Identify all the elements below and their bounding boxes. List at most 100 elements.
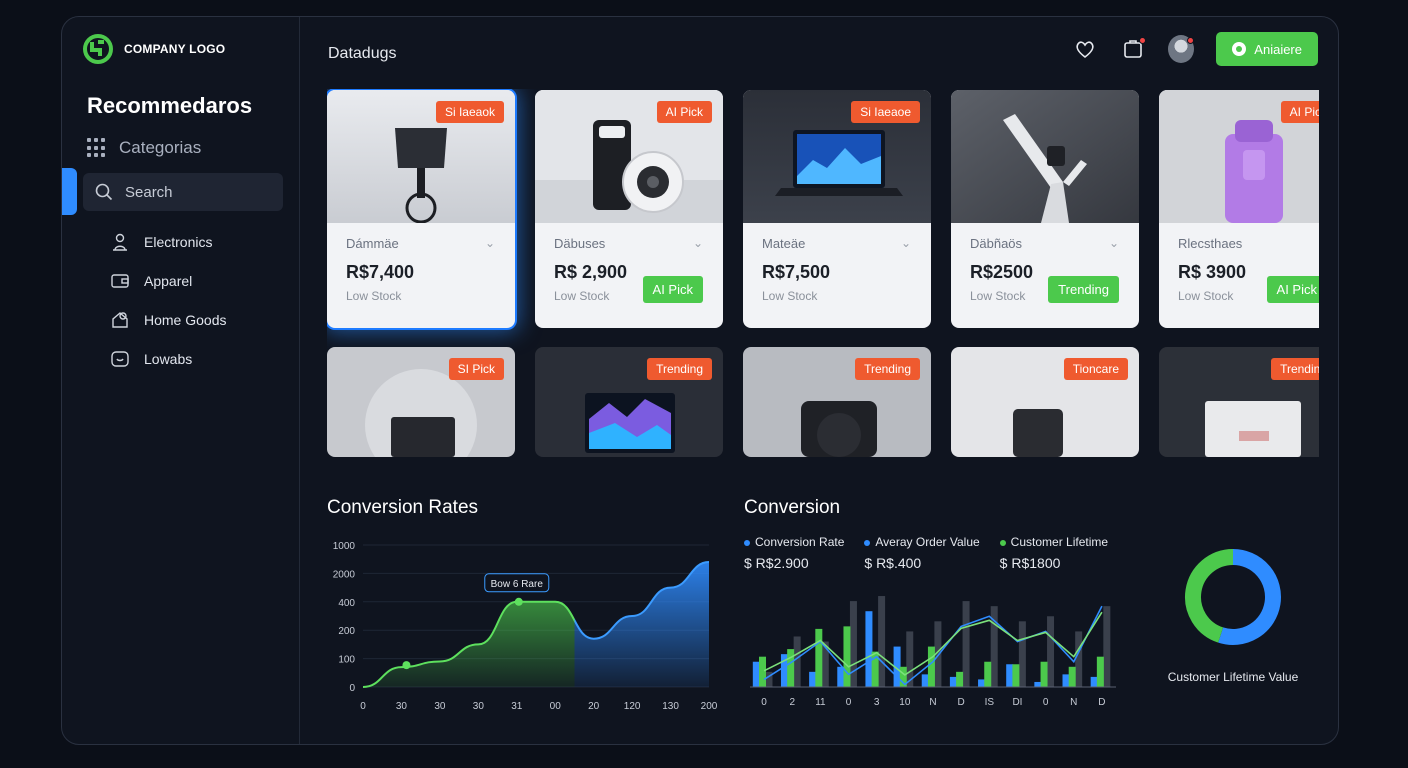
active-indicator xyxy=(62,168,77,215)
x-tick-label: 0 xyxy=(1043,697,1049,708)
product-price: R$7,400 xyxy=(346,262,415,282)
data-point xyxy=(402,661,411,670)
notification-dot xyxy=(1139,37,1147,44)
legend-item[interactable]: Averay Order Value $ R$.400 xyxy=(864,535,980,571)
product-price: R$ 2,900 xyxy=(554,262,628,282)
legend-value: $ R$.400 xyxy=(864,555,922,571)
action-icon xyxy=(1232,42,1247,56)
bar xyxy=(1062,674,1070,687)
bar xyxy=(1018,621,1026,687)
x-tick-label: 0 xyxy=(360,701,366,712)
bar xyxy=(1075,631,1083,687)
bar xyxy=(1096,656,1104,687)
bar xyxy=(1068,666,1076,687)
sidebar-nav: Electronics Apparel Home Goods Lowabs xyxy=(110,222,226,378)
grid-icon xyxy=(87,138,107,158)
chevron-down-icon[interactable]: ⌄ xyxy=(1109,236,1119,250)
sidebar-item-apparel[interactable]: Apparel xyxy=(110,261,226,300)
y-tick-label: 2000 xyxy=(333,569,356,580)
sidebar-item-label: Apparel xyxy=(144,272,193,289)
x-tick-label: 130 xyxy=(662,701,679,712)
x-tick-label: 3 xyxy=(874,697,880,708)
sidebar-item-label: Home Goods xyxy=(144,311,227,328)
primary-action-button[interactable]: Aniaiere xyxy=(1216,32,1318,66)
legend-item[interactable]: Conversion Rate $ R$2.900 xyxy=(744,535,844,571)
chevron-down-icon[interactable]: ⌄ xyxy=(693,236,703,250)
bar xyxy=(878,596,886,687)
sidebar-item-home-goods[interactable]: Home Goods xyxy=(110,300,226,339)
bar xyxy=(815,628,823,687)
y-tick-label: 200 xyxy=(338,626,355,637)
notifications-button[interactable] xyxy=(1120,36,1147,62)
sidebar-item-electronics[interactable]: Electronics xyxy=(110,222,226,261)
product-name: Rlecsthaes xyxy=(1178,236,1243,251)
sidebar-title: Recommedaros xyxy=(87,93,253,118)
favorites-button[interactable] xyxy=(1072,36,1098,62)
sidebar-categories[interactable]: Categorias xyxy=(87,138,201,158)
conversion-rates-chart: Conversion Rates 0 100 200 400 2000 1000 Bow 6… xyxy=(327,497,717,727)
product-badge: SI Pick xyxy=(448,358,504,380)
product-name: Dámmäe xyxy=(346,236,399,251)
legend-label: Averay Order Value xyxy=(875,535,980,549)
legend-bullet xyxy=(744,539,750,546)
chevron-down-icon[interactable]: ⌄ xyxy=(901,236,911,250)
bar xyxy=(1006,664,1014,687)
product-card[interactable]: SI Pick xyxy=(327,347,515,457)
stock-status: Low Stock xyxy=(762,289,818,303)
product-card[interactable]: Trending xyxy=(535,347,723,457)
bar xyxy=(949,676,957,687)
product-card[interactable]: Si Iaeaok Dámmäe ⌄ R$7,400 Low Stock xyxy=(327,90,515,328)
bar xyxy=(865,611,873,687)
product-badge: Trending xyxy=(647,358,712,380)
data-point xyxy=(514,597,523,606)
product-card[interactable]: Tioncare xyxy=(951,347,1139,457)
stock-status: Low Stock xyxy=(554,289,610,303)
product-card[interactable]: Trending xyxy=(743,347,931,457)
product-tag: AI Pick xyxy=(642,276,703,303)
bar xyxy=(809,671,817,687)
search-input[interactable]: Search xyxy=(83,173,283,211)
categories-label: Categorias xyxy=(119,138,202,157)
donut-label: Customer Lifetime Value xyxy=(1167,670,1299,684)
product-card[interactable]: AI Pick Däbuses ⌄ R$ 2,900 Low Stock AI … xyxy=(535,90,723,328)
x-tick-label: 120 xyxy=(624,701,641,712)
stock-status: Low Stock xyxy=(1178,289,1234,303)
main-content: Datadugs Aniaiere Si Iaeaok Dámmäe ⌄ R$7… xyxy=(301,17,1338,744)
chevron-down-icon[interactable]: ⌄ xyxy=(485,236,495,250)
product-card[interactable]: AI Pick Rlecsthaes R$ 3900 Low Stock AI … xyxy=(1159,90,1319,328)
bar xyxy=(793,636,801,687)
product-card[interactable]: Si Iaeaoe Mateäe ⌄ R$7,500 Low Stock xyxy=(743,90,931,328)
donut-slice xyxy=(1185,549,1234,643)
company-logo[interactable]: COMPANY LOGO xyxy=(82,33,225,65)
product-card[interactable]: Trending xyxy=(1159,347,1319,457)
x-tick-label: N xyxy=(1070,697,1077,708)
legend-item[interactable]: Customer Lifetime $ R$1800 xyxy=(999,535,1108,571)
search-icon xyxy=(95,183,113,201)
sidebar-item-lowabs[interactable]: Lowabs xyxy=(110,339,226,378)
x-tick-label: 10 xyxy=(899,697,911,708)
bar xyxy=(1103,606,1111,687)
product-name: Däbñaös xyxy=(970,236,1023,251)
y-tick-label: 400 xyxy=(338,598,355,609)
x-tick-label: 30 xyxy=(473,701,485,712)
x-tick-label: 30 xyxy=(396,701,408,712)
profile-button[interactable] xyxy=(1168,35,1195,63)
product-badge: Si Iaeaoe xyxy=(851,101,920,123)
x-tick-label: D xyxy=(1098,697,1105,708)
avatar-status-dot xyxy=(1187,37,1195,44)
x-tick-label: DI xyxy=(1012,697,1022,708)
donut-slice xyxy=(1218,549,1281,645)
tooltip-text: Bow 6 Rare xyxy=(491,579,544,590)
chart-title: Conversion Rates xyxy=(327,497,479,518)
legend-label: Conversion Rate xyxy=(755,535,845,549)
x-tick-label: 0 xyxy=(846,697,852,708)
x-tick-label: 0 xyxy=(761,697,767,708)
x-tick-label: 11 xyxy=(815,697,826,708)
chat-icon xyxy=(111,350,129,367)
donut-chart: Customer Lifetime Value xyxy=(1148,542,1318,702)
sidebar-item-label: Electronics xyxy=(144,233,213,250)
sidebar: COMPANY LOGO Recommedaros Categorias Sea… xyxy=(62,17,300,744)
product-card[interactable]: Däbñaös ⌄ R$2500 Low Stock Trending xyxy=(951,90,1139,328)
x-tick-label: N xyxy=(929,697,936,708)
primary-action-label: Aniaiere xyxy=(1254,41,1302,57)
